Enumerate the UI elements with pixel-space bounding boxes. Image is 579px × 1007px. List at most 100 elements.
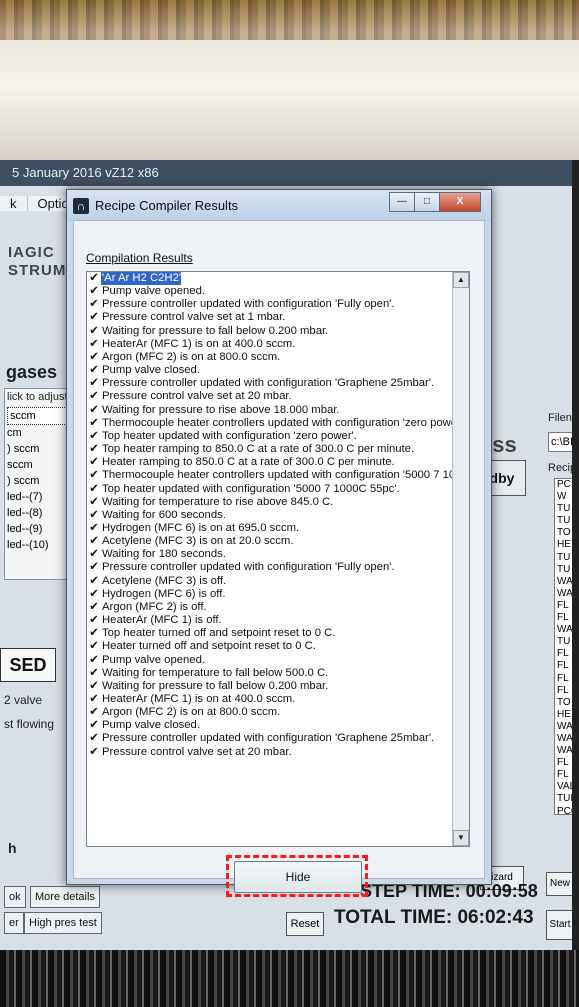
dialog-title-bar[interactable]: ∩ Recipe Compiler Results — □ X <box>67 190 491 222</box>
result-row[interactable]: ✔ Argon (MFC 2) is off. <box>87 601 469 614</box>
recipe-step-item[interactable]: WA <box>555 624 572 636</box>
recipe-step-item[interactable]: FL <box>555 660 572 672</box>
result-row[interactable]: ✔ Waiting for pressure to fall below 0.20… <box>87 680 469 693</box>
result-row[interactable]: ✔ Top heater ramping to 850.0 C at a rate… <box>87 443 469 456</box>
scroll-down-icon[interactable]: ▼ <box>453 830 469 846</box>
result-row[interactable]: ✔ Pressure controller updated with config… <box>87 561 469 574</box>
maximize-icon[interactable]: □ <box>414 192 440 212</box>
start-button[interactable]: Start <box>546 910 572 940</box>
result-row[interactable]: ✔ Thermocouple heater controllers updated… <box>87 469 469 482</box>
recipe-step-item[interactable]: TU <box>555 515 572 527</box>
result-row[interactable]: ✔ Waiting for temperature to rise above 8… <box>87 496 469 509</box>
result-row[interactable]: ✔ Pressure control valve set at 20 mbar. <box>87 390 469 403</box>
result-row[interactable]: ✔ Pump valve opened. <box>87 654 469 667</box>
result-row[interactable]: ✔ Hydrogen (MFC 6) is off. <box>87 588 469 601</box>
more-details-button[interactable]: More details <box>30 886 100 908</box>
recipe-step-item[interactable]: PC <box>555 479 572 491</box>
gas-list-item[interactable]: ) sccm <box>5 441 69 457</box>
result-row[interactable]: ✔ Pump valve opened. <box>87 285 469 298</box>
recipe-step-item[interactable]: VAL <box>555 781 572 793</box>
close-icon[interactable]: X <box>439 192 481 212</box>
recipe-step-item[interactable]: TU <box>555 503 572 515</box>
recipe-step-item[interactable]: TU <box>555 636 572 648</box>
gas-list-item[interactable]: led--(10) <box>5 537 69 553</box>
recipe-step-item[interactable]: FL <box>555 685 572 697</box>
result-row[interactable]: ✔ Thermocouple heater controllers updated… <box>87 417 469 430</box>
result-row[interactable]: ✔ HeaterAr (MFC 1) is off. <box>87 614 469 627</box>
result-row[interactable]: ✔ Heater turned off and setpoint reset to… <box>87 640 469 653</box>
recipe-step-item[interactable]: FL <box>555 600 572 612</box>
recipe-step-item[interactable]: WA <box>555 721 572 733</box>
result-row[interactable]: ✔ Argon (MFC 2) is on at 800.0 sccm. <box>87 351 469 364</box>
recipe-step-item[interactable]: W <box>555 491 572 503</box>
checkmark-icon: ✔ <box>89 403 99 416</box>
result-row[interactable]: ✔ Pump valve closed. <box>87 719 469 732</box>
recipe-step-item[interactable]: PCO <box>555 806 572 814</box>
closed-status-button[interactable]: SED <box>0 648 56 682</box>
menu-item-partial[interactable]: k <box>0 196 28 211</box>
result-row[interactable]: ✔ Pressure control valve set at 20 mbar. <box>87 746 469 759</box>
minimize-icon[interactable]: — <box>389 192 415 212</box>
result-row[interactable]: ✔ Pressure controller updated with config… <box>87 298 469 311</box>
high-pres-test-button[interactable]: High pres test <box>24 912 102 934</box>
filename-field[interactable]: c:\BI <box>548 432 572 452</box>
result-row[interactable]: ✔ Pressure controller updated with config… <box>87 732 469 745</box>
result-row[interactable]: ✔ Acetylene (MFC 3) is off. <box>87 575 469 588</box>
result-row[interactable]: ✔ Pressure control valve set at 1 mbar. <box>87 311 469 324</box>
recipe-step-item[interactable]: TO <box>555 527 572 539</box>
recipe-step-item[interactable]: FL <box>555 648 572 660</box>
result-row[interactable]: ✔ HeaterAr (MFC 1) is on at 400.0 sccm. <box>87 693 469 706</box>
hide-button[interactable]: Hide <box>234 861 362 893</box>
gas-list-item[interactable]: led--(7) <box>5 489 69 505</box>
result-row[interactable]: ✔ Acetylene (MFC 3) is on at 20.0 sccm. <box>87 535 469 548</box>
gas-list-item[interactable]: cm <box>5 425 69 441</box>
result-row[interactable]: ✔ HeaterAr (MFC 1) is on at 400.0 sccm. <box>87 338 469 351</box>
gas-list-item[interactable]: sccm <box>7 407 67 425</box>
recipe-step-item[interactable]: TO <box>555 697 572 709</box>
result-text: Pressure control valve set at 1 mbar. <box>102 311 286 324</box>
result-row[interactable]: ✔ Waiting for 600 seconds. <box>87 509 469 522</box>
er-button[interactable]: er <box>4 912 24 934</box>
recipe-step-item[interactable]: TU <box>555 552 572 564</box>
result-row[interactable]: ✔ Waiting for 180 seconds. <box>87 548 469 561</box>
recipe-step-item[interactable]: WA <box>555 733 572 745</box>
recipe-step-item[interactable]: TUI <box>555 793 572 805</box>
ok-button[interactable]: ok <box>4 886 26 908</box>
recipe-step-item[interactable]: HE <box>555 709 572 721</box>
recipe-step-item[interactable]: FL <box>555 612 572 624</box>
recipe-step-item[interactable]: WA <box>555 588 572 600</box>
recipe-step-item[interactable]: FL <box>555 769 572 781</box>
results-scrollbar[interactable]: ▲ ▼ <box>452 272 469 846</box>
result-row[interactable]: ✔ Pressure controller updated with config… <box>87 377 469 390</box>
reset-button[interactable]: Reset <box>286 912 324 936</box>
result-row[interactable]: ✔ Argon (MFC 2) is on at 800.0 sccm. <box>87 706 469 719</box>
recipe-step-item[interactable]: WA <box>555 576 572 588</box>
recipe-step-item[interactable]: HE <box>555 539 572 551</box>
new-button[interactable]: New <box>546 872 572 896</box>
gas-list-item[interactable]: led--(9) <box>5 521 69 537</box>
result-text: Pressure controller updated with configu… <box>102 377 435 390</box>
result-row[interactable]: ✔ Top heater updated with configuration '… <box>87 430 469 443</box>
result-row[interactable]: ✔ Heater ramping to 850.0 C at a rate of … <box>87 456 469 469</box>
result-row[interactable]: ✔ Top heater turned off and setpoint rese… <box>87 627 469 640</box>
result-row[interactable]: ✔ 'Ar Ar H2 C2H2' <box>87 272 469 286</box>
recipe-step-item[interactable]: TU <box>555 564 572 576</box>
result-row[interactable]: ✔ Top heater updated with configuration '… <box>87 483 469 496</box>
app-title-bar: 5 January 2016 vZ12 x86 <box>0 160 572 186</box>
gas-list-item[interactable]: sccm <box>5 457 69 473</box>
result-row[interactable]: ✔ Waiting for temperature to fall below 5… <box>87 667 469 680</box>
gas-list-item[interactable]: ) sccm <box>5 473 69 489</box>
result-row[interactable]: ✔ Hydrogen (MFC 6) is on at 695.0 sccm. <box>87 522 469 535</box>
result-row[interactable]: ✔ Waiting for pressure to fall below 0.20… <box>87 325 469 338</box>
compilation-results-list[interactable]: ✔ 'Ar Ar H2 C2H2' ✔ Pump valve opened. ✔ Pres… <box>86 271 470 847</box>
gas-list-item[interactable]: led--(8) <box>5 505 69 521</box>
result-row[interactable]: ✔ Pump valve closed. <box>87 364 469 377</box>
result-row[interactable]: ✔ Waiting for pressure to rise above 18.0… <box>87 404 469 417</box>
recipe-steps-list[interactable]: PC W TU TU TO HE TU TU WA WA FL FL WA TU FL FL FL FL TO HE W… <box>554 478 572 815</box>
gas-list[interactable]: lick to adjust sccm cm ) sccm sccm ) scc… <box>4 388 70 580</box>
recipe-step-item[interactable]: WA <box>555 745 572 757</box>
recipe-step-item[interactable]: FL <box>555 757 572 769</box>
recipe-step-item[interactable]: FL <box>555 673 572 685</box>
scroll-up-icon[interactable]: ▲ <box>453 272 469 288</box>
gases-heading: gases <box>6 362 58 382</box>
